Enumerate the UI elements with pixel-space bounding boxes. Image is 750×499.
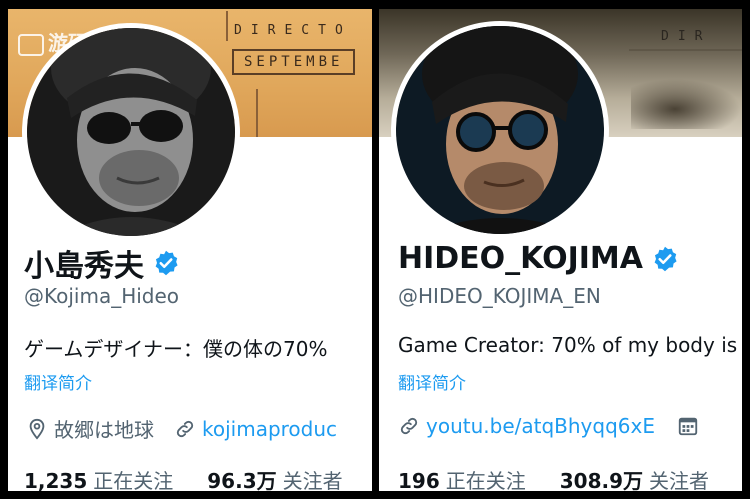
screenshot-root: DIRECTO SEPTEMBE 游研社 xyxy=(0,0,750,499)
avatar[interactable] xyxy=(391,21,609,239)
bio-text: ゲームデザイナー：僕の体の70% xyxy=(24,337,328,361)
watermark-icon xyxy=(18,33,44,56)
profile-card-right: DIR HIDEO_KOJIMA @HIDEO_KOJIMA_EN Game C… xyxy=(379,9,742,491)
banner-line xyxy=(256,89,258,137)
calendar-icon xyxy=(678,417,698,436)
display-name: 小島秀夫 xyxy=(24,249,144,284)
followers-stat[interactable]: 308.9万 关注者 xyxy=(560,465,709,491)
display-name-row: HIDEO_KOJIMA xyxy=(398,241,679,276)
banner-date-text: SEPTEMBE xyxy=(244,54,344,70)
following-stat[interactable]: 196 正在关注 xyxy=(398,465,526,491)
followers-count: 308.9万 xyxy=(559,469,644,491)
translate-bio-link[interactable]: 翻译简介 xyxy=(398,369,466,394)
followers-stat[interactable]: 96.3万 关注者 xyxy=(207,465,342,491)
link-icon xyxy=(400,417,418,435)
banner-figure xyxy=(631,79,741,129)
following-label: 正在关注 xyxy=(445,469,526,491)
following-count: 196 xyxy=(398,469,440,491)
verified-badge-icon[interactable] xyxy=(152,249,180,277)
profile-meta-row: youtu.be/atqBhyqq6xE xyxy=(398,414,699,438)
followers-label: 关注者 xyxy=(649,469,710,491)
translate-bio-link[interactable]: 翻译简介 xyxy=(24,369,92,394)
bio-text: Game Creator: 70% of my body is xyxy=(398,333,738,357)
follow-stats-row: 196 正在关注 308.9万 关注者 xyxy=(398,465,709,491)
location-pin-icon xyxy=(29,418,45,440)
followers-count: 96.3万 xyxy=(207,469,277,491)
banner-line xyxy=(629,49,742,51)
following-count: 1,235 xyxy=(24,469,88,491)
avatar[interactable] xyxy=(22,23,240,241)
following-stat[interactable]: 1,235 正在关注 xyxy=(24,465,173,491)
profile-meta-row: 故郷は地球 kojimaproduc xyxy=(26,414,337,443)
verified-badge-icon[interactable] xyxy=(651,245,679,273)
link-icon xyxy=(176,420,194,437)
website-link[interactable]: kojimaproduc xyxy=(202,417,337,441)
user-handle: @HIDEO_KOJIMA_EN xyxy=(398,284,601,308)
banner-line xyxy=(226,11,228,41)
profile-card-left: DIRECTO SEPTEMBE 游研社 xyxy=(8,9,372,491)
user-handle: @Kojima_Hideo xyxy=(24,284,180,308)
followers-label: 关注者 xyxy=(282,469,343,491)
banner-text: DIR xyxy=(661,29,712,44)
following-label: 正在关注 xyxy=(93,469,174,491)
website-link[interactable]: youtu.be/atqBhyqq6xE xyxy=(426,414,655,438)
display-name-row: 小島秀夫 xyxy=(24,241,180,285)
location-text: 故郷は地球 xyxy=(54,418,154,442)
follow-stats-row: 1,235 正在关注 96.3万 关注者 xyxy=(24,465,343,491)
banner-date-box: SEPTEMBE xyxy=(232,49,356,75)
banner-text: DIRECTO xyxy=(234,23,352,38)
display-name: HIDEO_KOJIMA xyxy=(398,241,643,276)
